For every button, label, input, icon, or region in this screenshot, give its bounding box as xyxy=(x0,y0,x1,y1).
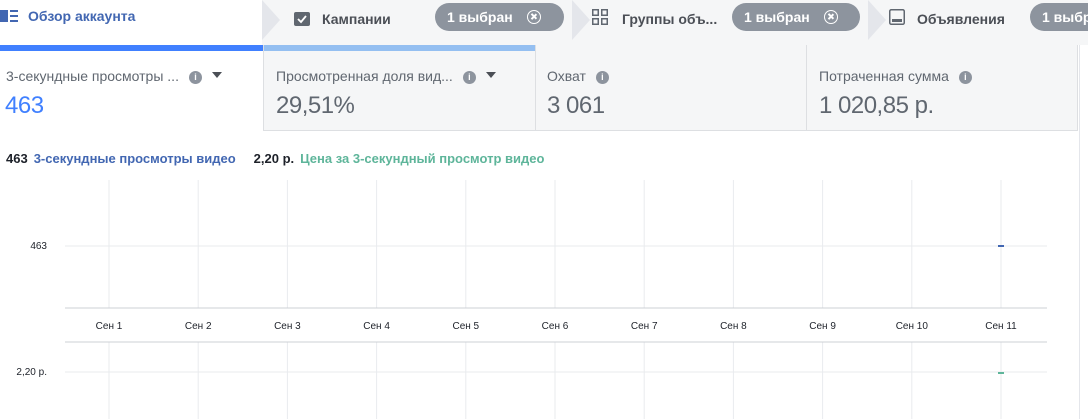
metric-card-amount-spent[interactable]: Потраченная сумма i 1 020,85 р. xyxy=(807,45,1078,131)
info-icon[interactable]: i xyxy=(595,71,609,84)
clear-selection-icon[interactable] xyxy=(526,10,541,24)
tab-label: Объявления xyxy=(917,11,1005,27)
tab-separator xyxy=(868,0,888,40)
tab-label: Обзор аккаунта xyxy=(28,8,136,24)
x-tick-label: Сен 7 xyxy=(631,321,658,332)
grid-icon xyxy=(592,8,608,30)
metric-title-text: Потраченная сумма xyxy=(819,68,949,84)
ads-selected-badge[interactable]: 1 выбр xyxy=(1030,3,1088,31)
y-tick-label: 463 xyxy=(30,241,47,252)
adsets-selected-badge[interactable]: 1 выбран xyxy=(732,3,860,31)
metric-value: 29,51% xyxy=(276,92,355,119)
tab-bar: Обзор аккаунта Кампании 1 выбран Группы … xyxy=(0,0,1088,45)
metric-value: 1 020,85 р. xyxy=(819,92,934,119)
metric-title: Просмотренная доля вид... i xyxy=(276,68,496,84)
x-tick-label: Сен 10 xyxy=(896,321,929,332)
metric-title: Потраченная сумма i xyxy=(819,68,972,84)
tab-ad-sets[interactable]: Группы объ... xyxy=(592,0,717,38)
badge-label: 1 выбран xyxy=(744,9,810,25)
legend-series1-value: 463 xyxy=(6,151,28,166)
metric-title: 3-секундные просмотры ... i xyxy=(6,68,222,84)
scrollbar[interactable] xyxy=(1079,45,1088,419)
metric-title-text: Охват xyxy=(547,68,586,84)
ad-icon xyxy=(889,8,905,30)
metric-selected-bar xyxy=(0,45,263,51)
x-tick-label: Сен 9 xyxy=(809,321,836,332)
clear-selection-icon[interactable] xyxy=(823,10,838,24)
tab-label: Группы объ... xyxy=(622,11,718,27)
legend-series1-label[interactable]: 3-секундные просмотры видео xyxy=(34,151,236,166)
x-tick-label: Сен 2 xyxy=(185,321,212,332)
metric-selected-bar xyxy=(264,45,535,51)
info-icon[interactable]: i xyxy=(188,71,202,84)
metric-value: 3 061 xyxy=(547,92,605,119)
tab-separator xyxy=(262,0,282,40)
metric-card-watched-share[interactable]: Просмотренная доля вид... i 29,51% xyxy=(264,45,536,131)
tab-label: Кампании xyxy=(322,11,391,27)
metric-card-reach[interactable]: Охват i 3 061 xyxy=(536,45,807,131)
x-tick-label: Сен 11 xyxy=(985,321,1017,332)
x-tick-label: Сен 6 xyxy=(542,321,569,332)
metric-card-3s-views[interactable]: 3-секундные просмотры ... i 463 xyxy=(0,45,264,131)
checkbox-folder-icon xyxy=(294,12,310,26)
tab-ads[interactable]: Объявления xyxy=(889,0,1005,38)
metric-title-text: 3-секундные просмотры ... xyxy=(6,68,179,84)
performance-chart: 463 Сен 1 Сен 2 Сен 3 Сен 4 Сен 5 Сен 6 Сен 7 Се… xyxy=(16,180,1047,419)
x-tick-label: Сен 4 xyxy=(363,321,390,332)
chevron-down-icon[interactable] xyxy=(485,72,496,78)
x-tick-label: Сен 5 xyxy=(452,321,479,332)
tab-separator xyxy=(572,0,592,40)
tab-account-overview[interactable]: Обзор аккаунта xyxy=(0,0,262,45)
metric-value: 463 xyxy=(5,92,44,119)
legend-series2-label[interactable]: Цена за 3-секундный просмотр видео xyxy=(300,151,544,166)
metric-title-text: Просмотренная доля вид... xyxy=(276,68,453,84)
metric-cards: 3-секундные просмотры ... i 463 Просмотре… xyxy=(0,45,1080,132)
legend-series2-value: 2,20 р. xyxy=(253,151,295,166)
metric-title: Охват i xyxy=(547,68,609,84)
x-tick-label: Сен 8 xyxy=(720,321,747,332)
info-icon[interactable]: i xyxy=(462,71,476,84)
chart-legend: 463 3-секундные просмотры видео 2,20 р. Цен… xyxy=(6,151,544,166)
badge-label: 1 выбр xyxy=(1042,9,1088,25)
x-tick-label: Сен 1 xyxy=(96,321,123,332)
badge-label: 1 выбран xyxy=(447,9,513,25)
y-tick-label: 2,20 р. xyxy=(16,367,47,378)
info-icon[interactable]: i xyxy=(958,71,972,84)
tab-campaigns[interactable]: Кампании xyxy=(294,0,391,38)
chevron-down-icon[interactable] xyxy=(211,72,222,78)
x-tick-label: Сен 3 xyxy=(274,321,301,332)
campaigns-selected-badge[interactable]: 1 выбран xyxy=(435,3,564,31)
dashboard-icon xyxy=(0,9,18,23)
